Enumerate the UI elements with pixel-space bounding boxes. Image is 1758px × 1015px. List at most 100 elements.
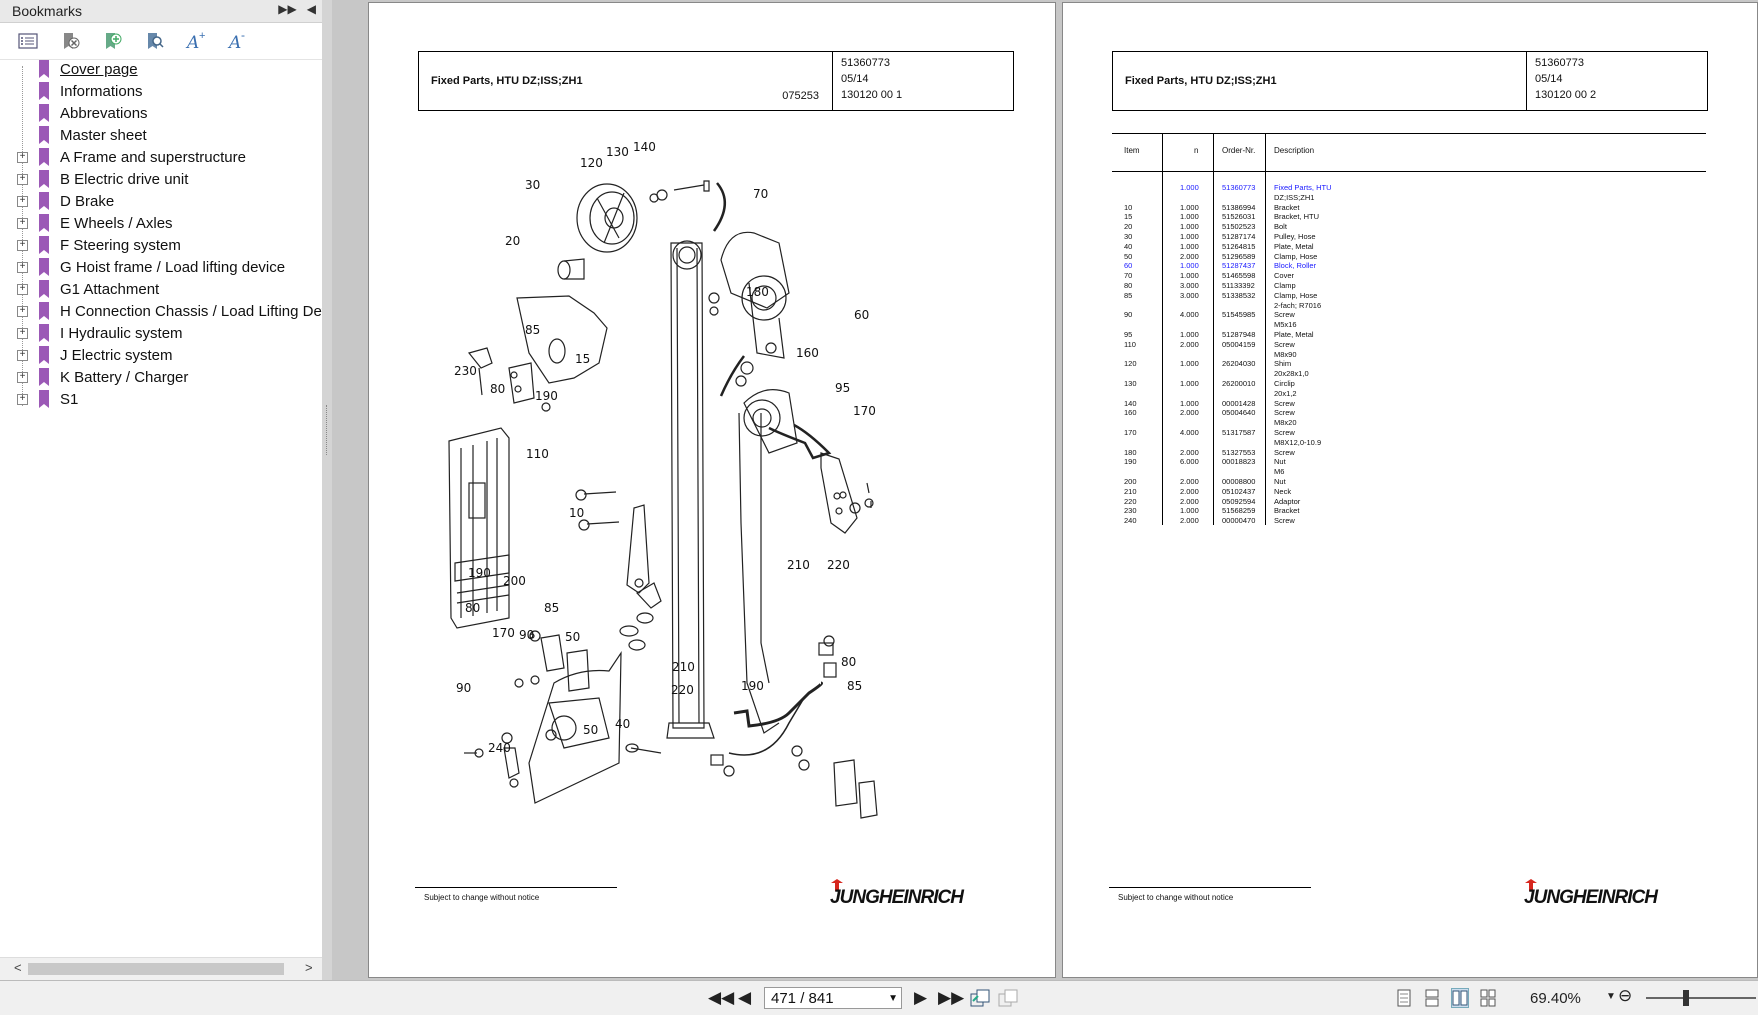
cell-n[interactable]: 1.000 [1180, 183, 1199, 192]
bookmark-options-icon[interactable] [16, 29, 40, 53]
expand-icon[interactable]: + [17, 173, 28, 185]
bookmark-item[interactable]: + B Electric drive unit [0, 168, 322, 190]
expand-icon[interactable]: + [17, 305, 28, 317]
cell-order[interactable]: 51360773 [1222, 183, 1255, 192]
table-row: 140 1.000 00001428 Screw [1112, 399, 1706, 409]
scrollbar-thumb[interactable] [28, 963, 284, 975]
bookmark-icon [38, 214, 50, 232]
expand-icon[interactable]: + [17, 151, 28, 163]
bookmark-item[interactable]: Master sheet [0, 124, 322, 146]
bookmark-item[interactable]: + A Frame and superstructure [0, 146, 322, 168]
increase-font-icon[interactable]: A + [184, 29, 208, 53]
cell-desc: Adaptor [1274, 496, 1301, 506]
bookmark-icon [38, 258, 50, 276]
bookmark-label: Cover page [60, 60, 138, 78]
callout-label: 90 [519, 628, 534, 642]
previous-page-icon[interactable]: ◀ [738, 988, 751, 1008]
bookmark-tree: Cover page Informations Abbrevations Master… [0, 58, 322, 958]
bookmark-item[interactable]: Abbrevations [0, 102, 322, 124]
panel-splitter[interactable] [322, 0, 332, 980]
bookmark-item[interactable]: + G1 Attachment [0, 278, 322, 300]
bookmark-item[interactable]: + H Connection Chassis / Load Lifting Dev… [0, 300, 322, 322]
expand-icon[interactable]: + [17, 217, 28, 229]
zoom-out-icon[interactable]: ⊖ [1618, 986, 1632, 1006]
bookmark-icon [38, 390, 50, 408]
page-header-box: Fixed Parts, HTU DZ;ISS;ZH1 075253 51360… [418, 51, 1014, 111]
page-number-input[interactable]: 471 / 841 ▼ [764, 987, 902, 1009]
single-page-view-icon[interactable] [1396, 989, 1412, 1007]
bookmark-item[interactable]: + E Wheels / Axles [0, 212, 322, 234]
bookmark-item[interactable]: + J Electric system [0, 344, 322, 366]
bookmark-item[interactable]: + S1 [0, 388, 322, 410]
svg-text:A: A [185, 33, 199, 51]
expand-panel-icon[interactable]: ▶▶ [278, 2, 296, 16]
cell-n[interactable]: 1.000 [1180, 261, 1199, 270]
scroll-left-icon[interactable]: < [14, 960, 22, 975]
delete-bookmark-icon[interactable] [58, 29, 82, 53]
cell-n: 2.000 [1180, 496, 1199, 506]
add-bookmark-icon[interactable] [100, 29, 124, 53]
facing-view-icon[interactable] [1451, 988, 1469, 1008]
table-row[interactable]: 1.000 51360773 Fixed Parts, HTU [1112, 183, 1706, 193]
bookmark-label: K Battery / Charger [60, 368, 189, 386]
bookmark-item[interactable]: + G Hoist frame / Load lifting device [0, 256, 322, 278]
find-bookmark-icon[interactable] [142, 29, 166, 53]
expand-icon[interactable]: + [17, 393, 28, 405]
continuous-view-icon[interactable] [1424, 989, 1440, 1007]
previous-view-icon[interactable] [970, 989, 990, 1007]
cell-order: 05004159 [1222, 339, 1256, 349]
cell-desc: Bracket [1274, 202, 1300, 212]
expand-icon[interactable]: + [17, 283, 28, 295]
bookmark-label: J Electric system [60, 346, 173, 364]
collapse-panel-icon[interactable]: ◀ [307, 2, 316, 16]
chevron-down-icon[interactable]: ▼ [888, 988, 898, 1010]
decrease-font-icon[interactable]: A- [226, 29, 250, 53]
first-page-icon[interactable]: ◀◀ [708, 988, 734, 1008]
callout-label: 60 [854, 308, 869, 322]
cell-desc[interactable]: Block, Roller [1274, 261, 1316, 270]
table-row[interactable]: 60 1.000 51287437 Block, Roller [1112, 261, 1706, 271]
table-row: 240 2.000 00000470 Screw [1112, 516, 1706, 526]
zoom-level[interactable]: 69.40% [1530, 990, 1581, 1007]
continuous-facing-view-icon[interactable] [1480, 989, 1496, 1007]
cell-desc: Screw [1274, 516, 1295, 526]
cell-item[interactable]: 60 [1124, 261, 1132, 270]
bookmark-label: A Frame and superstructure [60, 148, 246, 166]
cell-desc[interactable]: Fixed Parts, HTU [1274, 183, 1332, 192]
horizontal-scrollbar[interactable]: < > [0, 957, 322, 980]
page-title: Fixed Parts, HTU DZ;ISS;ZH1 [1125, 75, 1277, 87]
revision-date: 05/14 [1535, 73, 1563, 85]
bookmark-label: E Wheels / Axles [60, 214, 173, 232]
next-page-icon[interactable]: ▶ [914, 988, 927, 1008]
bookmark-item[interactable]: + K Battery / Charger [0, 366, 322, 388]
callout-label: 20 [505, 234, 520, 248]
zoom-slider-knob[interactable] [1683, 990, 1689, 1006]
callout-label: 200 [503, 574, 526, 588]
expand-icon[interactable]: + [17, 327, 28, 339]
cell-desc: Bolt [1274, 222, 1287, 232]
svg-text:JUNGHEINRICH: JUNGHEINRICH [830, 887, 965, 908]
cell-desc: Clamp [1274, 281, 1296, 290]
zoom-dropdown-icon[interactable]: ▼ [1606, 991, 1616, 1002]
expand-icon[interactable]: + [17, 371, 28, 383]
expand-icon[interactable]: + [17, 239, 28, 251]
cell-desc: Plate, Metal [1274, 241, 1314, 251]
zoom-slider[interactable] [1646, 990, 1756, 1006]
bookmark-item[interactable]: + F Steering system [0, 234, 322, 256]
next-view-icon[interactable] [998, 989, 1018, 1007]
bookmark-item[interactable]: Informations [0, 80, 322, 102]
bookmark-item[interactable]: + I Hydraulic system [0, 322, 322, 344]
cell-order[interactable]: 51287437 [1222, 261, 1255, 270]
scroll-right-icon[interactable]: > [305, 960, 313, 975]
expand-icon[interactable]: + [17, 349, 28, 361]
cell-item: 190 [1124, 457, 1137, 467]
bookmark-item[interactable]: Cover page [0, 58, 322, 80]
expand-icon[interactable]: + [17, 195, 28, 207]
bookmark-item[interactable]: + D Brake [0, 190, 322, 212]
cell-n: 1.000 [1180, 222, 1199, 232]
exploded-parts-diagram: 130 14012030207018060160851523080 19095170… [448, 140, 878, 819]
expand-icon[interactable]: + [17, 261, 28, 273]
last-page-icon[interactable]: ▶▶ [938, 988, 964, 1008]
cell-order: 51545985 [1222, 310, 1256, 320]
cell-desc: Screw [1274, 428, 1295, 437]
